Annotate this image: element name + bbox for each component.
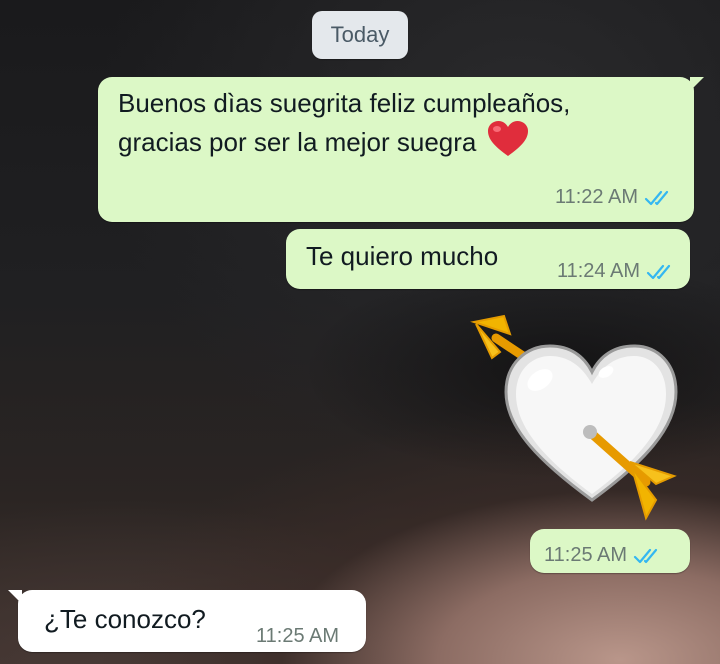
message-text: Te quiero mucho bbox=[306, 241, 499, 271]
message-line: gracias por ser la mejor suegra bbox=[118, 127, 477, 157]
message-time: 11:25 AM bbox=[256, 625, 340, 647]
message-text: ¿Te conozco? bbox=[44, 604, 206, 634]
message-meta: 11:25 AM bbox=[256, 620, 339, 653]
bubble-tail bbox=[8, 590, 22, 604]
message-time: 11:25 AM bbox=[544, 544, 628, 566]
white-heart-arrow-sticker[interactable] bbox=[470, 312, 686, 528]
red-heart-emoji-icon bbox=[487, 121, 528, 156]
incoming-message-bubble[interactable]: ¿Te conozco? 11:25 AM bbox=[8, 590, 366, 653]
message-meta: 11:25 AM bbox=[544, 539, 663, 572]
message-text: Buenos dìas suegrita feliz cumpleaños, g… bbox=[118, 87, 658, 159]
read-ticks-icon bbox=[644, 190, 669, 205]
read-ticks-icon bbox=[646, 264, 671, 279]
arrow-tail-icon bbox=[470, 314, 531, 363]
message-meta: 11:24 AM bbox=[557, 255, 676, 288]
message-line: Buenos dìas suegrita feliz cumpleaños, bbox=[118, 88, 571, 118]
outgoing-message-bubble[interactable]: Buenos dìas suegrita feliz cumpleaños, g… bbox=[98, 77, 704, 222]
outgoing-message-bubble[interactable]: Te quiero mucho 11:24 AM bbox=[286, 229, 690, 289]
date-divider: Today bbox=[312, 11, 408, 59]
read-ticks-icon bbox=[633, 548, 658, 563]
message-meta: 11:22 AM bbox=[555, 181, 674, 214]
sticker-timestamp-badge: 11:25 AM bbox=[530, 529, 690, 573]
message-time: 11:22 AM bbox=[554, 186, 638, 208]
date-divider-label: Today bbox=[330, 22, 390, 47]
message-time: 11:24 AM bbox=[556, 260, 640, 282]
bubble-tail bbox=[690, 77, 704, 91]
